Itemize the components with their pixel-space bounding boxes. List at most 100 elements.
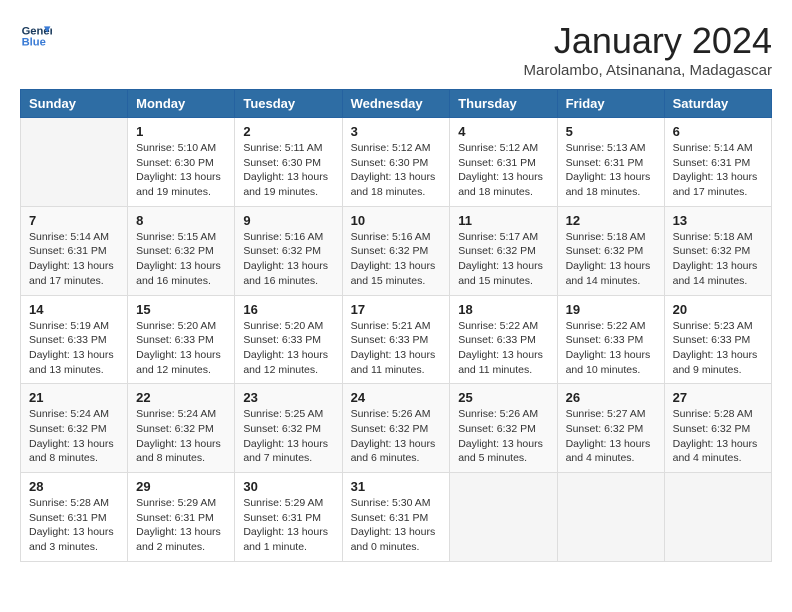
calendar-cell: 3 Sunrise: 5:12 AM Sunset: 6:30 PM Daylig… [342,118,450,207]
day-number: 16 [243,302,333,317]
day-info: Sunrise: 5:14 AM Sunset: 6:31 PM Dayligh… [29,230,119,289]
day-info: Sunrise: 5:24 AM Sunset: 6:32 PM Dayligh… [136,407,226,466]
day-number: 8 [136,213,226,228]
calendar-cell: 8 Sunrise: 5:15 AM Sunset: 6:32 PM Daylig… [128,206,235,295]
day-info: Sunrise: 5:15 AM Sunset: 6:32 PM Dayligh… [136,230,226,289]
calendar-cell [450,473,557,562]
day-info: Sunrise: 5:17 AM Sunset: 6:32 PM Dayligh… [458,230,548,289]
weekday-header-monday: Monday [128,90,235,118]
calendar-week-2: 7 Sunrise: 5:14 AM Sunset: 6:31 PM Daylig… [21,206,772,295]
day-number: 18 [458,302,548,317]
day-number: 12 [566,213,656,228]
calendar-cell: 26 Sunrise: 5:27 AM Sunset: 6:32 PM Dayli… [557,384,664,473]
day-info: Sunrise: 5:18 AM Sunset: 6:32 PM Dayligh… [673,230,763,289]
calendar-cell: 17 Sunrise: 5:21 AM Sunset: 6:33 PM Dayli… [342,295,450,384]
day-number: 5 [566,124,656,139]
day-number: 13 [673,213,763,228]
day-number: 11 [458,213,548,228]
day-info: Sunrise: 5:13 AM Sunset: 6:31 PM Dayligh… [566,141,656,200]
calendar-cell: 25 Sunrise: 5:26 AM Sunset: 6:32 PM Dayli… [450,384,557,473]
calendar-cell: 21Sunrise: 5:24 AM Sunset: 6:32 PM Dayli… [21,384,128,473]
day-number: 9 [243,213,333,228]
calendar-cell [557,473,664,562]
day-number: 19 [566,302,656,317]
day-number: 27 [673,390,763,405]
calendar-cell: 18Sunrise: 5:22 AM Sunset: 6:33 PM Dayli… [450,295,557,384]
location-subtitle: Marolambo, Atsinanana, Madagascar [524,62,772,79]
calendar-cell: 24 Sunrise: 5:26 AM Sunset: 6:32 PM Dayli… [342,384,450,473]
day-info: Sunrise: 5:24 AM Sunset: 6:32 PM Dayligh… [29,407,119,466]
calendar-cell: 29 Sunrise: 5:29 AM Sunset: 6:31 PM Dayli… [128,473,235,562]
day-number: 15 [136,302,226,317]
day-number: 4 [458,124,548,139]
calendar-cell: 19 Sunrise: 5:22 AM Sunset: 6:33 PM Dayli… [557,295,664,384]
day-info: Sunrise: 5:20 AM Sunset: 6:33 PM Dayligh… [136,319,226,378]
day-info: Sunrise: 5:12 AM Sunset: 6:30 PM Dayligh… [351,141,442,200]
weekday-header-wednesday: Wednesday [342,90,450,118]
calendar-cell: 15 Sunrise: 5:20 AM Sunset: 6:33 PM Dayli… [128,295,235,384]
day-info: Sunrise: 5:23 AM Sunset: 6:33 PM Dayligh… [673,319,763,378]
calendar-cell: 5 Sunrise: 5:13 AM Sunset: 6:31 PM Daylig… [557,118,664,207]
day-number: 17 [351,302,442,317]
calendar-cell: 2Sunrise: 5:11 AM Sunset: 6:30 PM Daylig… [235,118,342,207]
day-number: 20 [673,302,763,317]
day-info: Sunrise: 5:29 AM Sunset: 6:31 PM Dayligh… [136,496,226,555]
weekday-header-row: SundayMondayTuesdayWednesdayThursdayFrid… [21,90,772,118]
day-info: Sunrise: 5:29 AM Sunset: 6:31 PM Dayligh… [243,496,333,555]
day-number: 23 [243,390,333,405]
day-info: Sunrise: 5:16 AM Sunset: 6:32 PM Dayligh… [243,230,333,289]
weekday-header-thursday: Thursday [450,90,557,118]
day-number: 7 [29,213,119,228]
day-number: 6 [673,124,763,139]
calendar-cell: 28Sunrise: 5:28 AM Sunset: 6:31 PM Dayli… [21,473,128,562]
day-info: Sunrise: 5:19 AM Sunset: 6:33 PM Dayligh… [29,319,119,378]
day-info: Sunrise: 5:14 AM Sunset: 6:31 PM Dayligh… [673,141,763,200]
day-number: 2 [243,124,333,139]
day-info: Sunrise: 5:16 AM Sunset: 6:32 PM Dayligh… [351,230,442,289]
logo: General Blue [20,20,52,52]
calendar-cell: 14Sunrise: 5:19 AM Sunset: 6:33 PM Dayli… [21,295,128,384]
day-info: Sunrise: 5:25 AM Sunset: 6:32 PM Dayligh… [243,407,333,466]
calendar-cell [664,473,771,562]
day-number: 1 [136,124,226,139]
calendar-cell: 1 Sunrise: 5:10 AM Sunset: 6:30 PM Daylig… [128,118,235,207]
calendar-cell: 7 Sunrise: 5:14 AM Sunset: 6:31 PM Daylig… [21,206,128,295]
calendar-cell: 12 Sunrise: 5:18 AM Sunset: 6:32 PM Dayli… [557,206,664,295]
day-number: 24 [351,390,442,405]
day-info: Sunrise: 5:21 AM Sunset: 6:33 PM Dayligh… [351,319,442,378]
calendar-cell: 20 Sunrise: 5:23 AM Sunset: 6:33 PM Dayli… [664,295,771,384]
day-info: Sunrise: 5:26 AM Sunset: 6:32 PM Dayligh… [351,407,442,466]
calendar-cell: 10Sunrise: 5:16 AM Sunset: 6:32 PM Dayli… [342,206,450,295]
weekday-header-sunday: Sunday [21,90,128,118]
day-number: 25 [458,390,548,405]
weekday-header-saturday: Saturday [664,90,771,118]
day-info: Sunrise: 5:22 AM Sunset: 6:33 PM Dayligh… [566,319,656,378]
calendar-week-1: 1 Sunrise: 5:10 AM Sunset: 6:30 PM Daylig… [21,118,772,207]
day-info: Sunrise: 5:28 AM Sunset: 6:32 PM Dayligh… [673,407,763,466]
day-info: Sunrise: 5:30 AM Sunset: 6:31 PM Dayligh… [351,496,442,555]
month-title: January 2024 [524,20,772,62]
day-info: Sunrise: 5:26 AM Sunset: 6:32 PM Dayligh… [458,407,548,466]
day-number: 31 [351,479,442,494]
logo-icon: General Blue [20,20,52,52]
day-info: Sunrise: 5:27 AM Sunset: 6:32 PM Dayligh… [566,407,656,466]
day-number: 3 [351,124,442,139]
calendar-week-3: 14Sunrise: 5:19 AM Sunset: 6:33 PM Dayli… [21,295,772,384]
day-info: Sunrise: 5:18 AM Sunset: 6:32 PM Dayligh… [566,230,656,289]
day-number: 30 [243,479,333,494]
day-number: 29 [136,479,226,494]
calendar-week-4: 21Sunrise: 5:24 AM Sunset: 6:32 PM Dayli… [21,384,772,473]
calendar-cell: 6 Sunrise: 5:14 AM Sunset: 6:31 PM Daylig… [664,118,771,207]
calendar-cell: 16 Sunrise: 5:20 AM Sunset: 6:33 PM Dayli… [235,295,342,384]
calendar-table: SundayMondayTuesdayWednesdayThursdayFrid… [20,89,772,562]
calendar-cell: 23 Sunrise: 5:25 AM Sunset: 6:32 PM Dayli… [235,384,342,473]
day-info: Sunrise: 5:10 AM Sunset: 6:30 PM Dayligh… [136,141,226,200]
day-info: Sunrise: 5:20 AM Sunset: 6:33 PM Dayligh… [243,319,333,378]
calendar-cell: 27 Sunrise: 5:28 AM Sunset: 6:32 PM Dayli… [664,384,771,473]
day-number: 26 [566,390,656,405]
calendar-cell: 4 Sunrise: 5:12 AM Sunset: 6:31 PM Daylig… [450,118,557,207]
calendar-cell: 30 Sunrise: 5:29 AM Sunset: 6:31 PM Dayli… [235,473,342,562]
day-info: Sunrise: 5:12 AM Sunset: 6:31 PM Dayligh… [458,141,548,200]
calendar-cell: 31 Sunrise: 5:30 AM Sunset: 6:31 PM Dayli… [342,473,450,562]
weekday-header-tuesday: Tuesday [235,90,342,118]
